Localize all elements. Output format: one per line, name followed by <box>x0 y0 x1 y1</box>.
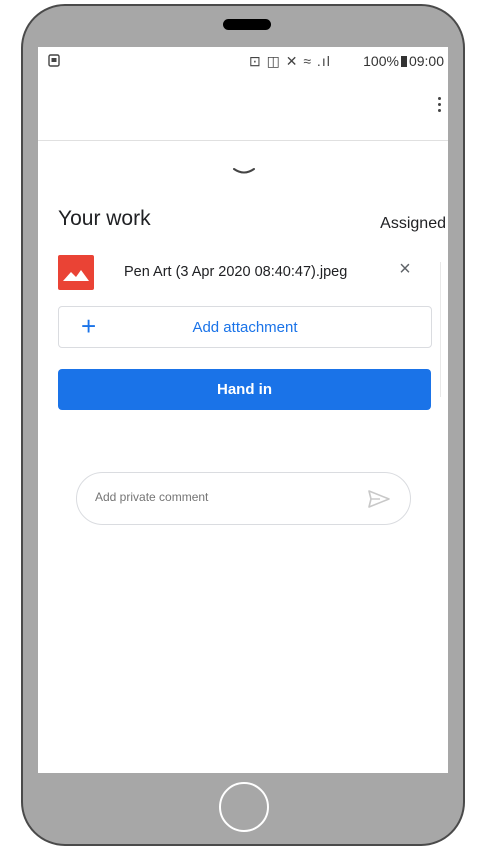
remove-attachment-icon[interactable]: × <box>396 259 414 279</box>
screenshot-icon <box>48 54 60 70</box>
chevron-down-icon[interactable] <box>232 167 256 177</box>
status-icons: ⊡ ◫ ✕ ≈ .ıl <box>249 53 331 69</box>
private-comment-input[interactable] <box>95 490 345 504</box>
clock: 09:00 <box>408 53 444 69</box>
assignment-status: Assigned <box>380 215 446 232</box>
attachment-file-name: Pen Art (3 Apr 2020 08:40:47).jpeg <box>124 264 348 280</box>
home-button[interactable] <box>219 782 269 832</box>
private-comment-box[interactable] <box>76 472 411 525</box>
more-vert-icon[interactable] <box>438 97 442 117</box>
hand-in-button[interactable]: Hand in <box>58 369 431 410</box>
send-icon[interactable] <box>368 490 390 508</box>
your-work-title: Your work <box>58 207 151 230</box>
app-screen: ⊡ ◫ ✕ ≈ .ıl 100% 09:00 Your work Assigned… <box>38 47 448 773</box>
add-attachment-label: Add attachment <box>192 319 298 336</box>
battery-icon <box>400 56 407 67</box>
panel-edge <box>440 262 448 397</box>
header-divider <box>38 140 448 141</box>
phone-frame: ⊡ ◫ ✕ ≈ .ıl 100% 09:00 Your work Assigned… <box>21 4 465 846</box>
battery-percent: 100% <box>363 53 399 69</box>
status-bar: ⊡ ◫ ✕ ≈ .ıl 100% 09:00 <box>38 47 448 77</box>
add-attachment-button[interactable]: + Add attachment <box>58 306 432 348</box>
battery-time: 100% 09:00 <box>363 53 444 69</box>
image-icon <box>58 255 94 290</box>
speaker-grille <box>223 19 271 30</box>
attachment-item[interactable]: Pen Art (3 Apr 2020 08:40:47).jpeg × <box>58 251 436 291</box>
